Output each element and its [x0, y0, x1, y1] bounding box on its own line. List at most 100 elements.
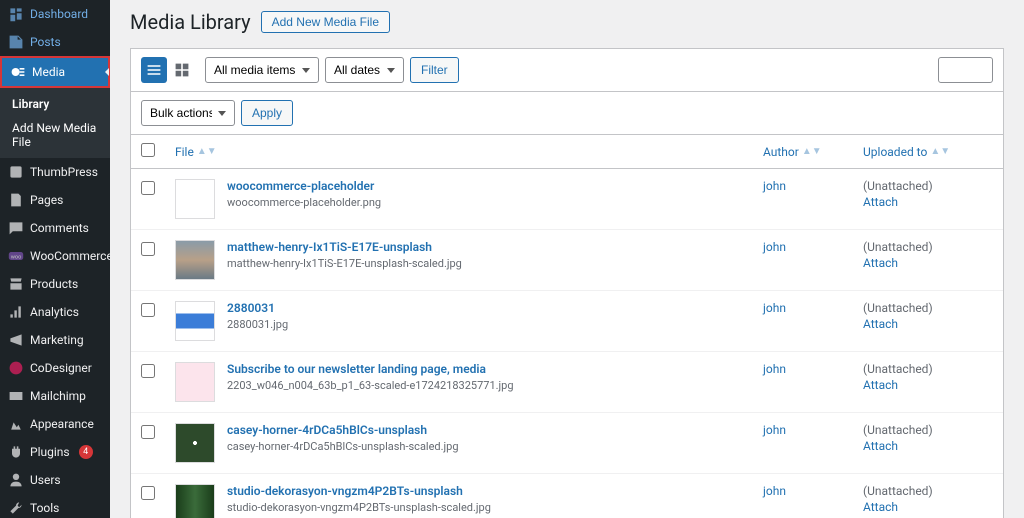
media-filename: woocommerce-placeholder.png [227, 196, 381, 209]
thumbnail[interactable] [175, 423, 215, 463]
sidebar-item-mailchimp[interactable]: Mailchimp [0, 382, 110, 410]
sidebar-item-thumbpress[interactable]: ThumbPress [0, 158, 110, 186]
attachment-status: (Unattached) [863, 179, 933, 193]
admin-sidebar: Dashboard Posts Media Library Add New Me… [0, 0, 110, 518]
sidebar-item-appearance[interactable]: Appearance [0, 410, 110, 438]
analytics-icon [8, 304, 24, 320]
media-title-link[interactable]: casey-horner-4rDCa5hBlCs-unsplash [227, 423, 459, 437]
attach-link[interactable]: Attach [863, 439, 993, 453]
media-title-link[interactable]: studio-dekorasyon-vngzm4P2BTs-unsplash [227, 484, 491, 498]
mailchimp-icon [8, 388, 24, 404]
sidebar-item-pages[interactable]: Pages [0, 186, 110, 214]
attachment-status: (Unattached) [863, 423, 933, 437]
filter-button[interactable]: Filter [410, 57, 459, 83]
submenu-add-new[interactable]: Add New Media File [0, 116, 110, 154]
author-link[interactable]: john [763, 301, 786, 315]
view-list-button[interactable] [141, 57, 167, 83]
comments-icon [8, 220, 24, 236]
posts-icon [8, 34, 24, 50]
attach-link[interactable]: Attach [863, 317, 993, 331]
attach-link[interactable]: Attach [863, 195, 993, 209]
tools-icon [8, 500, 24, 516]
media-title-link[interactable]: Subscribe to our newsletter landing page… [227, 362, 514, 376]
table-row: Subscribe to our newsletter landing page… [131, 352, 1003, 413]
sidebar-item-products[interactable]: Products [0, 270, 110, 298]
sidebar-item-users[interactable]: Users [0, 466, 110, 494]
thumbnail[interactable] [175, 240, 215, 280]
sidebar-item-woocommerce[interactable]: woo WooCommerce [0, 242, 110, 270]
sidebar-item-dashboard[interactable]: Dashboard [0, 0, 110, 28]
author-link[interactable]: john [763, 423, 786, 437]
sidebar-item-codesigner[interactable]: CoDesigner [0, 354, 110, 382]
plugins-icon [8, 444, 24, 460]
attachment-status: (Unattached) [863, 240, 933, 254]
media-title-link[interactable]: matthew-henry-Ix1TiS-E17E-unsplash [227, 240, 462, 254]
media-table-wrapper: File▲▼ Author▲▼ Uploaded to▲▼ woocommerc… [130, 134, 1004, 518]
attach-link[interactable]: Attach [863, 500, 993, 514]
sidebar-item-label: Users [30, 473, 61, 487]
row-checkbox[interactable] [141, 364, 155, 378]
sidebar-item-label: Appearance [30, 417, 94, 431]
codesigner-icon [8, 360, 24, 376]
sidebar-item-label: Posts [30, 35, 61, 49]
sidebar-item-label: Dashboard [30, 7, 88, 21]
row-checkbox[interactable] [141, 425, 155, 439]
attach-link[interactable]: Attach [863, 256, 993, 270]
thumbnail[interactable] [175, 362, 215, 402]
media-filename: casey-horner-4rDCa5hBlCs-unsplash-scaled… [227, 440, 459, 453]
author-link[interactable]: john [763, 240, 786, 254]
bulk-actions-select[interactable]: Bulk actions [141, 100, 235, 126]
products-icon [8, 276, 24, 292]
row-checkbox[interactable] [141, 303, 155, 317]
sidebar-item-label: Comments [30, 221, 89, 235]
thumbnail[interactable] [175, 301, 215, 341]
sidebar-item-analytics[interactable]: Analytics [0, 298, 110, 326]
sort-icon: ▲▼ [930, 146, 950, 157]
media-title-link[interactable]: 2880031 [227, 301, 288, 315]
thumbnail[interactable] [175, 179, 215, 219]
attachment-status: (Unattached) [863, 301, 933, 315]
sidebar-item-tools[interactable]: Tools [0, 494, 110, 518]
table-row: matthew-henry-Ix1TiS-E17E-unsplash matth… [131, 230, 1003, 291]
page-title: Media Library [130, 10, 251, 34]
file-column-header[interactable]: File▲▼ [165, 135, 753, 169]
author-link[interactable]: john [763, 484, 786, 498]
dates-select[interactable]: All dates [325, 57, 404, 83]
sidebar-item-label: Tools [30, 501, 59, 515]
sidebar-item-marketing[interactable]: Marketing [0, 326, 110, 354]
media-title-link[interactable]: woocommerce-placeholder [227, 179, 381, 193]
sidebar-item-comments[interactable]: Comments [0, 214, 110, 242]
apply-button[interactable]: Apply [241, 100, 293, 126]
attach-link[interactable]: Attach [863, 378, 993, 392]
pages-icon [8, 192, 24, 208]
sidebar-item-label: WooCommerce [30, 249, 110, 263]
search-input[interactable] [938, 57, 993, 83]
author-link[interactable]: john [763, 179, 786, 193]
select-all-checkbox[interactable] [141, 143, 155, 157]
uploaded-column-header[interactable]: Uploaded to▲▼ [853, 135, 1003, 169]
select-all-header [131, 135, 165, 169]
sidebar-item-label: Plugins [30, 445, 70, 459]
row-checkbox[interactable] [141, 486, 155, 500]
sidebar-item-label: Mailchimp [30, 389, 86, 403]
sidebar-item-label: Products [30, 277, 78, 291]
add-new-button[interactable]: Add New Media File [261, 11, 390, 33]
media-icon [10, 64, 26, 80]
plugins-badge: 4 [79, 445, 93, 459]
view-grid-button[interactable] [169, 57, 195, 83]
row-checkbox[interactable] [141, 181, 155, 195]
grid-icon [174, 62, 190, 78]
sidebar-item-posts[interactable]: Posts [0, 28, 110, 56]
submenu-library[interactable]: Library [0, 92, 110, 116]
users-icon [8, 472, 24, 488]
media-filename: 2203_w046_n004_63b_p1_63-scaled-e1724218… [227, 379, 514, 392]
media-type-select[interactable]: All media items [205, 57, 319, 83]
table-row: 2880031 2880031.jpg john (Unattached) At… [131, 291, 1003, 352]
sidebar-item-plugins[interactable]: Plugins 4 [0, 438, 110, 466]
sidebar-item-label: Marketing [30, 333, 84, 347]
row-checkbox[interactable] [141, 242, 155, 256]
author-column-header[interactable]: Author▲▼ [753, 135, 853, 169]
author-link[interactable]: john [763, 362, 786, 376]
thumbnail[interactable] [175, 484, 215, 518]
sidebar-item-media[interactable]: Media [0, 56, 110, 88]
